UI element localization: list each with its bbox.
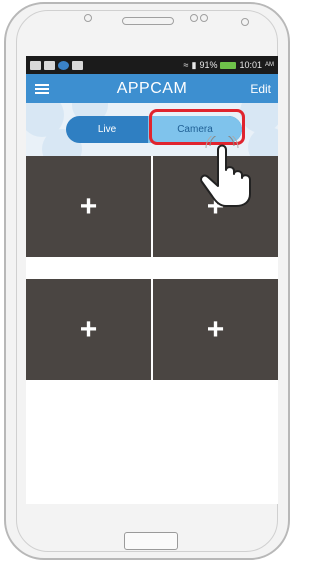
status-bar: ≈ ▮ 91% 10:01 AM [26, 56, 278, 74]
app-notification-icon [58, 60, 69, 70]
image-notification-icon [30, 60, 41, 70]
front-camera-icon [84, 14, 92, 22]
signal-icon: ▮ [191, 59, 197, 70]
mail-notification-icon [44, 60, 55, 70]
sensor-icon [200, 14, 208, 22]
clock: 10:01 [239, 60, 262, 70]
notification-icons [30, 60, 83, 70]
add-camera-slot[interactable]: + [153, 279, 278, 380]
tap-hand-icon [200, 136, 251, 207]
battery-percent: 91% [199, 60, 218, 70]
sensor-icon [241, 18, 249, 26]
system-icons: ≈ ▮ 91% 10:01 AM [184, 60, 274, 71]
clock-meridiem: AM [265, 62, 274, 68]
app-bar: APPCAM Edit [26, 74, 278, 103]
wifi-icon: ≈ [183, 60, 189, 70]
add-camera-slot[interactable]: + [26, 156, 151, 257]
sensor-icon [190, 14, 198, 22]
download-notification-icon [72, 60, 83, 70]
edit-button[interactable]: Edit [250, 82, 271, 96]
speaker-grille [122, 17, 174, 25]
app-title: APPCAM [116, 79, 188, 97]
battery-icon [220, 61, 237, 69]
add-camera-slot[interactable]: + [26, 279, 151, 380]
live-tab[interactable]: Live [66, 116, 148, 143]
app-screen: ≈ ▮ 91% 10:01 AM APPCAM Edit Live Camera… [26, 56, 278, 504]
camera-grid-row: + + [26, 279, 278, 380]
home-button[interactable] [124, 532, 178, 550]
